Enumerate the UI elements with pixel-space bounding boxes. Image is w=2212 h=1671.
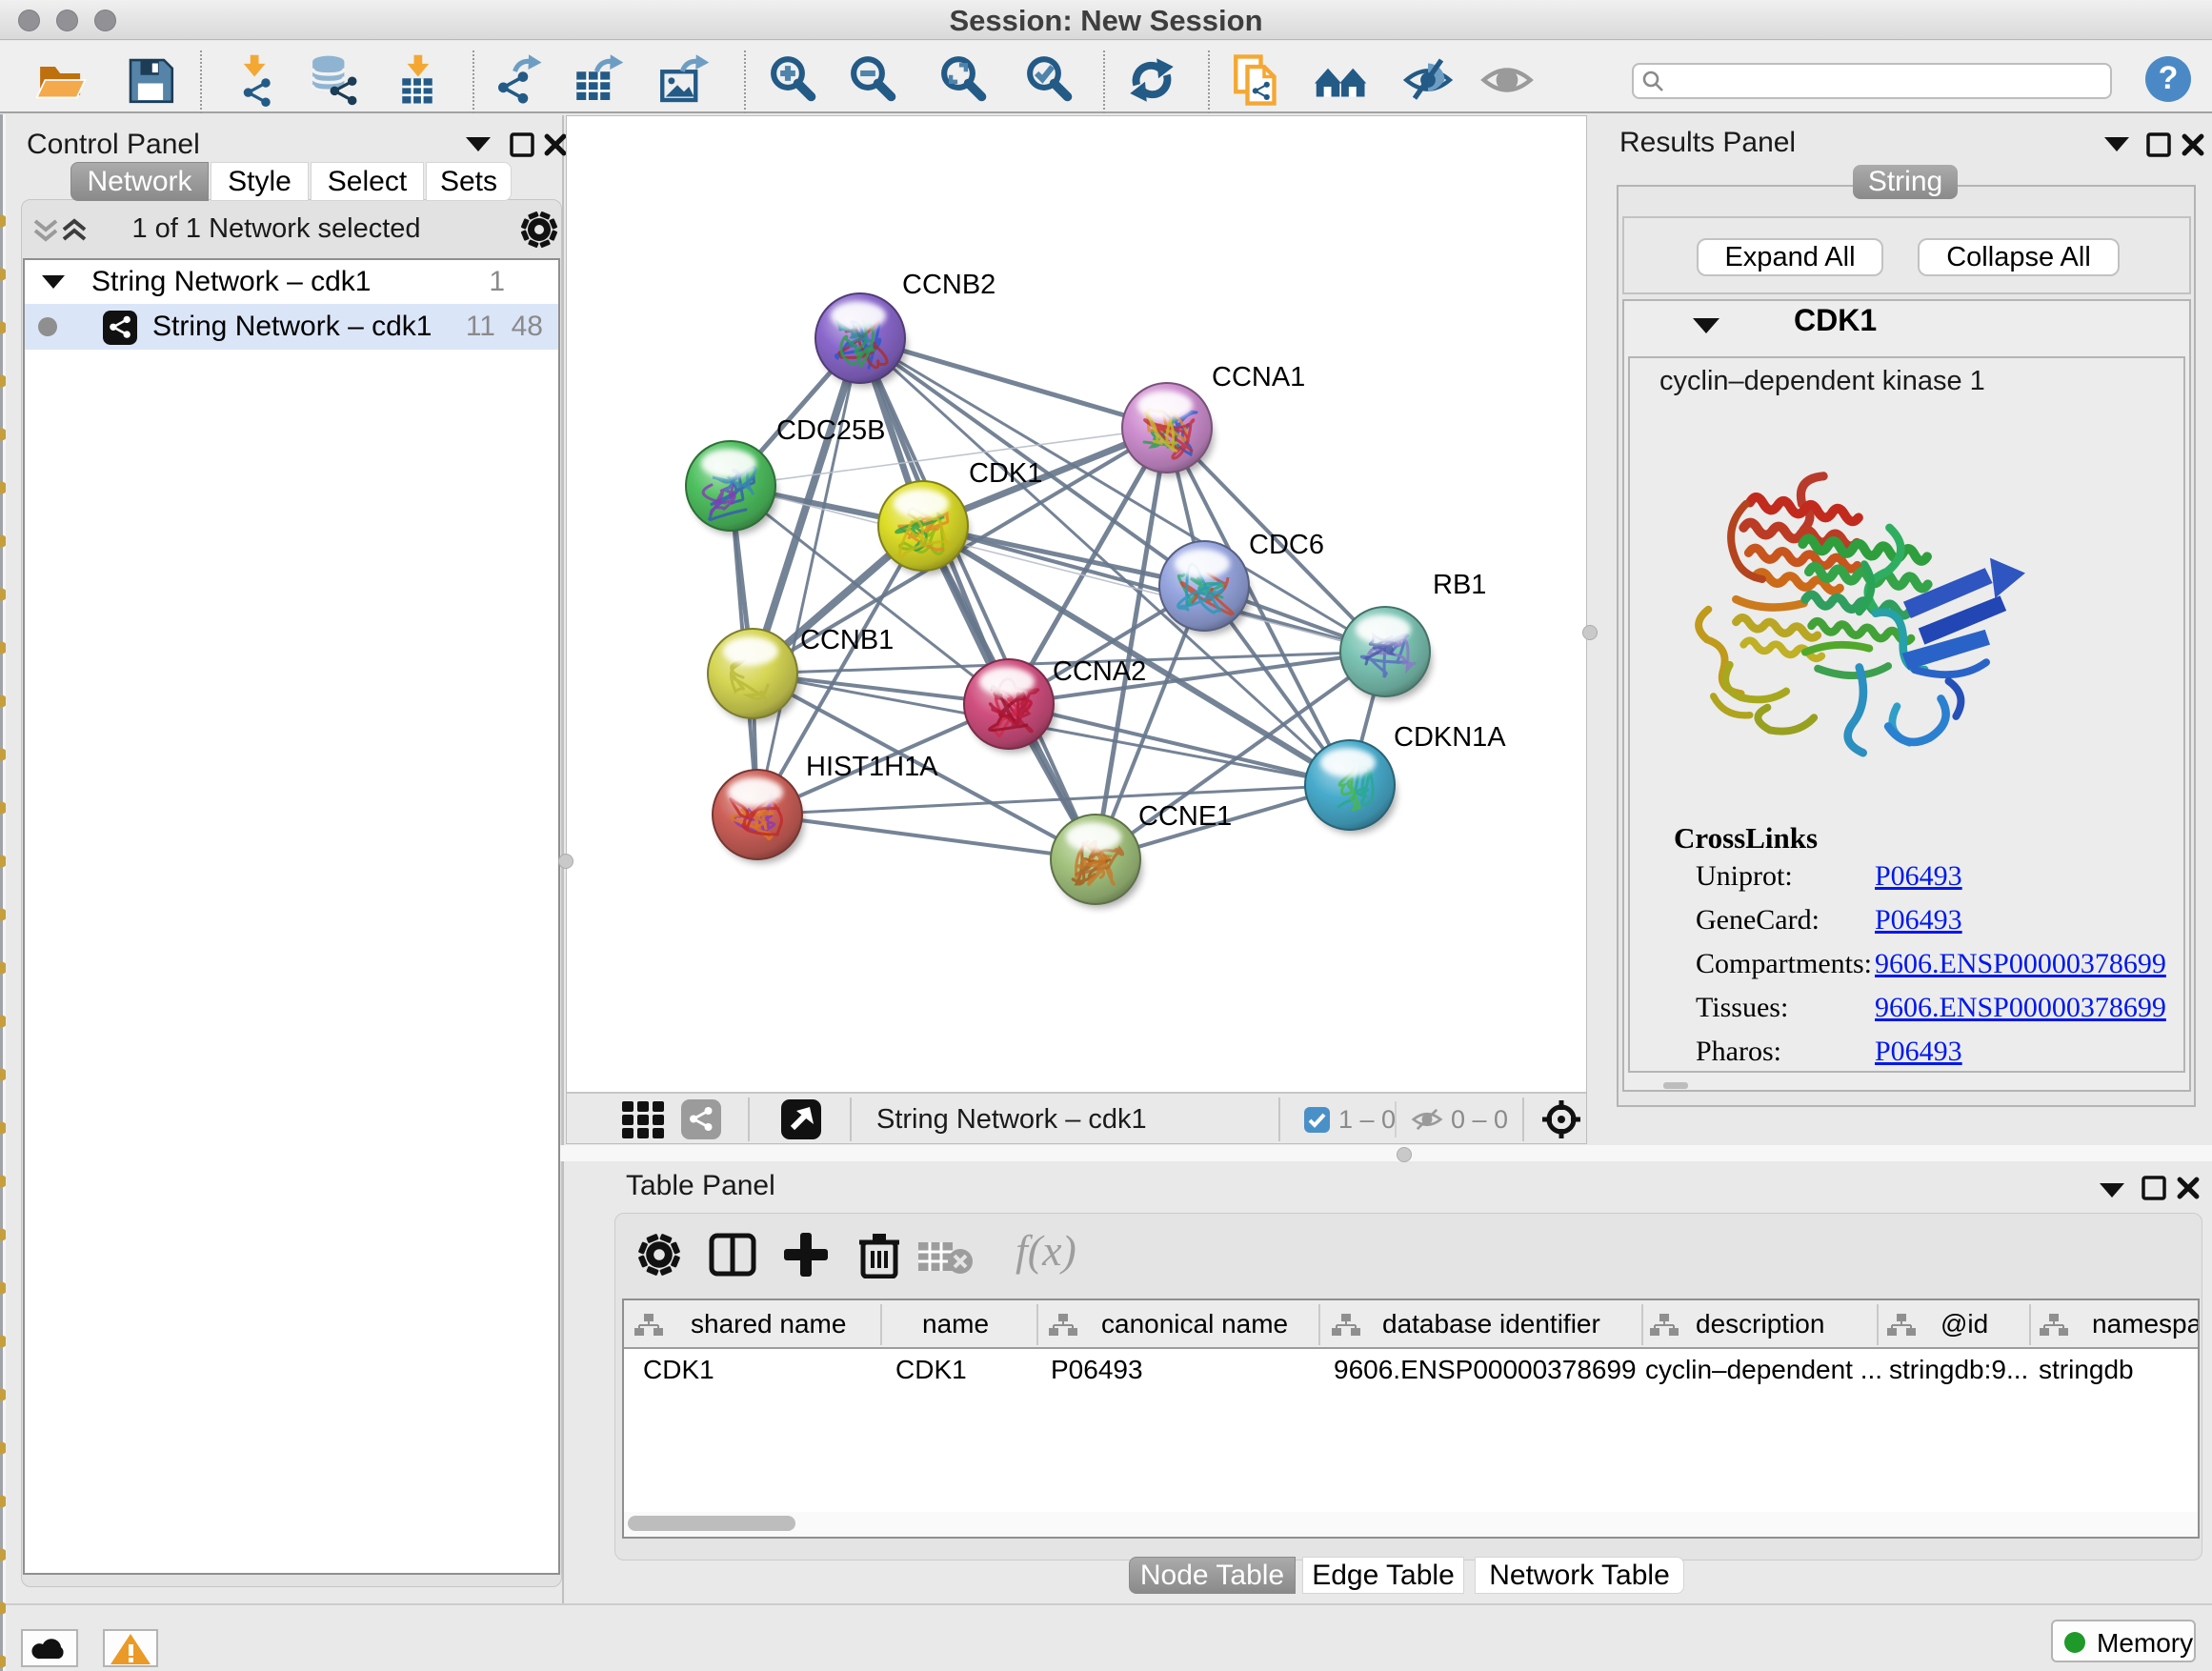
svg-text:HIST1H1A: HIST1H1A (806, 752, 938, 782)
svg-text:CDK1: CDK1 (969, 458, 1042, 489)
svg-text:CCNA2: CCNA2 (1053, 656, 1146, 687)
svg-text:CDC25B: CDC25B (776, 415, 885, 446)
svg-text:CCNE1: CCNE1 (1138, 801, 1232, 832)
svg-text:CDC6: CDC6 (1249, 530, 1324, 560)
svg-text:RB1: RB1 (1433, 570, 1486, 600)
svg-text:CCNB2: CCNB2 (902, 270, 995, 300)
svg-text:CCNA1: CCNA1 (1212, 362, 1305, 393)
svg-text:CCNB1: CCNB1 (800, 625, 894, 655)
svg-text:CDKN1A: CDKN1A (1394, 722, 1506, 753)
